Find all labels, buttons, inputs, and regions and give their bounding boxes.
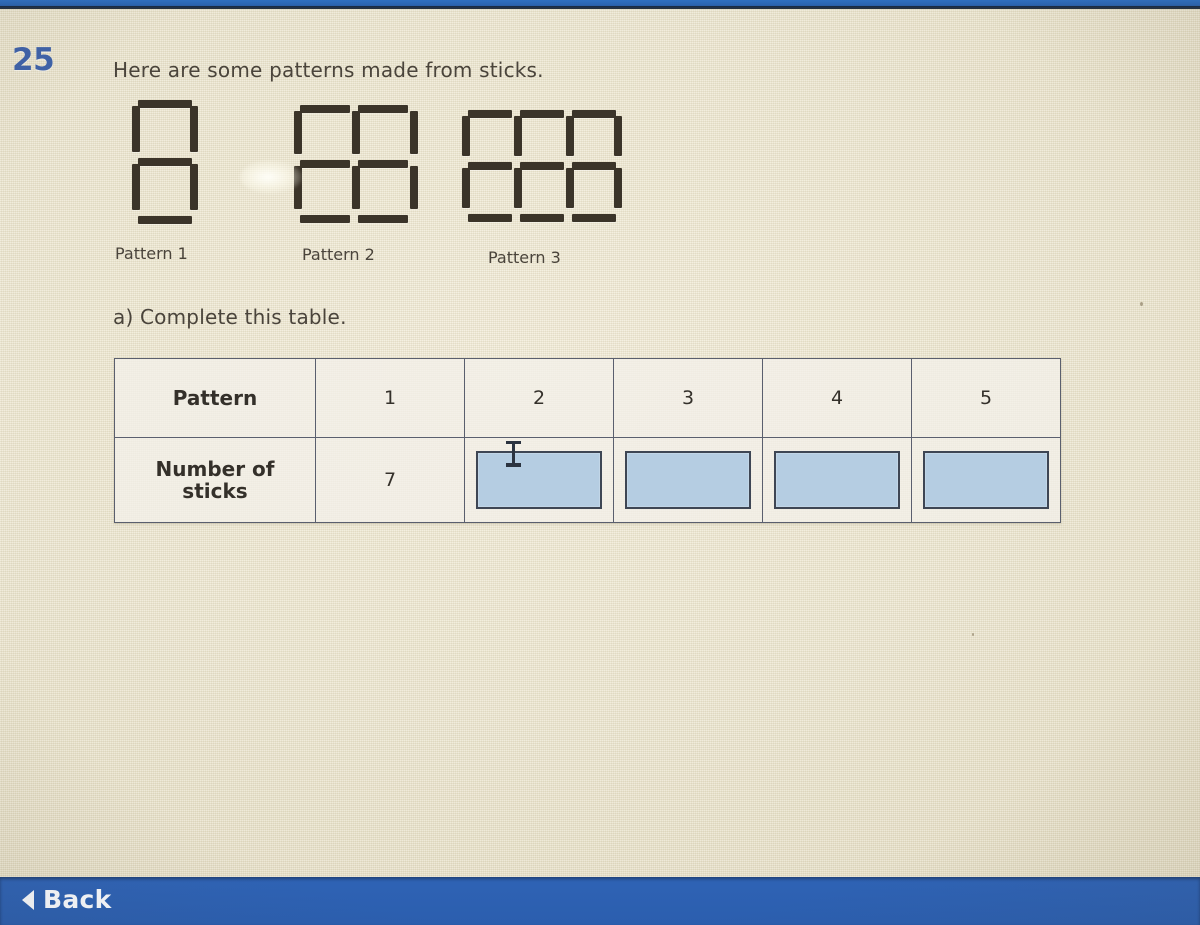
- stick-vertical: [410, 111, 418, 154]
- stick-count-input-2[interactable]: [476, 451, 602, 509]
- stick-count-cell-4: [762, 437, 912, 523]
- stick-vertical: [514, 168, 522, 208]
- question-prompt: Here are some patterns made from sticks.: [113, 58, 544, 82]
- stick-count-cell-1: 7: [315, 437, 465, 523]
- stick-vertical: [514, 116, 522, 156]
- row-header-line-1: Number of: [155, 456, 275, 481]
- back-button[interactable]: Back: [22, 885, 112, 914]
- stick-horizontal: [572, 162, 616, 170]
- stick-grid-1: [132, 100, 198, 224]
- stick-horizontal: [572, 214, 616, 222]
- pattern-figures: Pattern 1 Pattern 2 Pattern 3: [110, 100, 650, 280]
- stick-horizontal: [468, 162, 512, 170]
- back-button-label: Back: [43, 885, 112, 914]
- stick-horizontal: [520, 214, 564, 222]
- stick-horizontal: [520, 162, 564, 170]
- stick-vertical: [614, 116, 622, 156]
- pattern-figure-1-label: Pattern 1: [115, 244, 188, 263]
- stick-horizontal: [138, 216, 192, 224]
- pattern-figure-2-label: Pattern 2: [302, 245, 375, 264]
- stick-horizontal: [358, 105, 408, 113]
- stick-grid-3: [462, 110, 622, 222]
- pattern-figure-2: Pattern 2: [294, 105, 418, 264]
- pattern-number-cell-3: 3: [613, 358, 763, 438]
- stick-horizontal: [300, 105, 350, 113]
- stick-horizontal: [520, 110, 564, 118]
- pattern-figure-3-label: Pattern 3: [488, 248, 561, 267]
- stick-vertical: [614, 168, 622, 208]
- stick-horizontal: [468, 214, 512, 222]
- triangle-left-icon: [22, 889, 34, 910]
- stick-horizontal: [300, 160, 350, 168]
- bottom-navigation-bar: Back: [0, 877, 1200, 925]
- pattern-number-cell-1: 1: [315, 358, 465, 438]
- stick-count-cell-5: [911, 437, 1061, 523]
- stick-vertical: [294, 166, 302, 209]
- question-number: 25: [12, 42, 55, 78]
- stick-count-input-3[interactable]: [625, 451, 751, 509]
- top-screen-edge-strip: [0, 0, 1200, 9]
- stick-vertical: [132, 164, 140, 210]
- dust-speck: [1140, 302, 1143, 306]
- sub-question-a: a) Complete this table.: [113, 305, 347, 329]
- stick-vertical: [294, 111, 302, 154]
- pattern-number-cell-2: 2: [464, 358, 614, 438]
- dust-speck: [972, 633, 974, 636]
- stick-vertical: [190, 164, 198, 210]
- worksheet-page: 25 Here are some patterns made from stic…: [0, 0, 1200, 925]
- stick-grid-2: [294, 105, 418, 223]
- table-row-pattern: Pattern 1 2 3 4 5: [114, 358, 1061, 438]
- table-row-number-of-sticks: Number of sticks 7: [114, 437, 1061, 523]
- stick-vertical: [462, 168, 470, 208]
- stick-count-cell-2: [464, 437, 614, 523]
- pattern-figure-3: Pattern 3: [462, 110, 622, 267]
- stick-vertical: [410, 166, 418, 209]
- row-header-pattern: Pattern: [114, 358, 316, 438]
- stick-count-cell-3: [613, 437, 763, 523]
- stick-horizontal: [300, 215, 350, 223]
- stick-vertical: [352, 166, 360, 209]
- stick-horizontal: [572, 110, 616, 118]
- stick-vertical: [566, 116, 574, 156]
- pattern-sticks-table: Pattern 1 2 3 4 5 Number of sticks 7: [114, 358, 1061, 523]
- pattern-figure-1: Pattern 1: [115, 100, 198, 263]
- stick-count-input-4[interactable]: [774, 451, 900, 509]
- pattern-number-cell-4: 4: [762, 358, 912, 438]
- stick-vertical: [132, 106, 140, 152]
- stick-vertical: [352, 111, 360, 154]
- stick-horizontal: [358, 215, 408, 223]
- stick-horizontal: [468, 110, 512, 118]
- stick-vertical: [190, 106, 198, 152]
- stick-horizontal: [138, 158, 192, 166]
- row-header-line-2: sticks: [182, 479, 248, 503]
- stick-horizontal: [358, 160, 408, 168]
- stick-horizontal: [138, 100, 192, 108]
- pattern-number-cell-5: 5: [911, 358, 1061, 438]
- row-header-number-of-sticks: Number of sticks: [114, 437, 316, 523]
- stick-count-input-5[interactable]: [923, 451, 1049, 509]
- stick-vertical: [566, 168, 574, 208]
- stick-vertical: [462, 116, 470, 156]
